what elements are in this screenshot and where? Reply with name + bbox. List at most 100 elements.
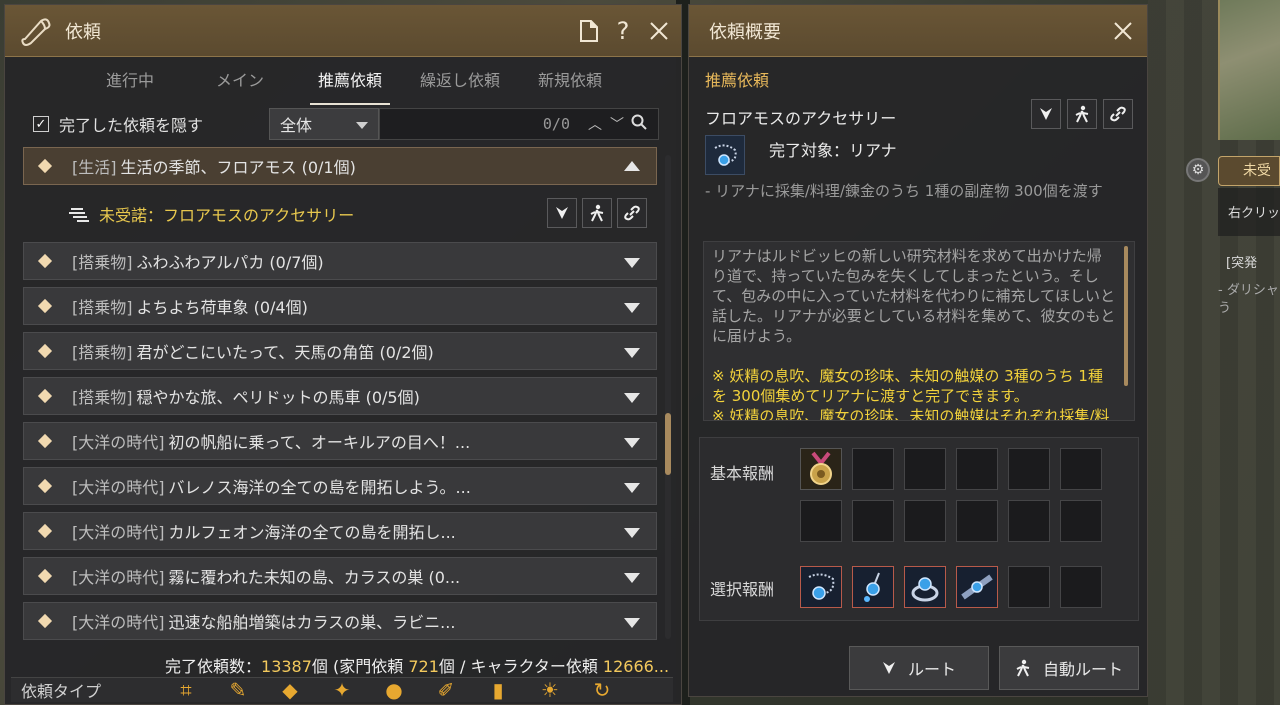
- expand-arrow-icon[interactable]: [624, 528, 640, 538]
- diamond-icon: [37, 253, 53, 269]
- sub-quest-row[interactable]: 未受諾：フロアモスのアクセサリー: [23, 192, 657, 236]
- card-icon[interactable]: ▮: [483, 679, 513, 701]
- tab-new[interactable]: 新規依頼: [515, 57, 625, 105]
- combat-icon[interactable]: ◆: [275, 679, 305, 701]
- expand-arrow-icon[interactable]: [624, 303, 640, 313]
- cycle-icon[interactable]: ↻: [587, 679, 617, 701]
- completed-total: 13387: [261, 657, 312, 676]
- walk-icon[interactable]: [1067, 99, 1097, 129]
- chevron-up-icon[interactable]: ︿: [584, 114, 606, 134]
- detail-window-header[interactable]: 依頼概要: [689, 5, 1147, 57]
- collapse-arrow-icon[interactable]: [624, 161, 640, 171]
- expand-arrow-icon[interactable]: [624, 618, 640, 628]
- search-icon[interactable]: [628, 114, 650, 134]
- quest-row[interactable]: [搭乗物] ふわふわアルパカ (0/7個): [23, 242, 657, 280]
- quest-row-expanded[interactable]: [生活] 生活の季節、フロアモス (0/1個): [23, 147, 657, 185]
- tab-in-progress[interactable]: 進行中: [75, 57, 185, 105]
- help-button[interactable]: ?: [609, 17, 637, 45]
- tracker-event-title[interactable]: [突発: [1226, 252, 1280, 271]
- tab-main[interactable]: メイン: [185, 57, 295, 105]
- sun-icon[interactable]: ☀: [535, 679, 565, 701]
- close-icon[interactable]: [1109, 17, 1137, 45]
- quest-name: 霧に覆われた未知の島、カラスの巣 (0...: [168, 568, 461, 587]
- quest-list-scrollbar[interactable]: [665, 155, 671, 639]
- filter-select[interactable]: 全体: [269, 108, 379, 140]
- expand-arrow-icon[interactable]: [624, 483, 640, 493]
- globe-icon[interactable]: ●: [379, 679, 409, 701]
- reward-slot-empty: [956, 500, 998, 542]
- expand-arrow-icon[interactable]: [624, 393, 640, 403]
- search-input[interactable]: 0/0 ︿ ﹀: [379, 108, 659, 140]
- link-icon[interactable]: [617, 198, 647, 228]
- walk-icon[interactable]: [582, 198, 612, 228]
- quest-row[interactable]: [大洋の時代] バレノス海洋の全ての島を開拓しよう。...: [23, 467, 657, 505]
- scrollbar-thumb[interactable]: [665, 413, 671, 475]
- quest-type-label: 依頼タイプ: [21, 682, 102, 701]
- reward-slot-empty: [852, 448, 894, 490]
- search-count: 0/0: [542, 115, 570, 133]
- navigate-icon: [882, 662, 895, 674]
- reward-slot-empty: [1008, 566, 1050, 608]
- quest-description-box[interactable]: リアナはルドビッヒの新しい研究材料を求めて出かけた帰り道で、持っていた包みを失く…: [703, 241, 1135, 421]
- basic-reward-label: 基本報酬: [710, 464, 775, 483]
- quest-row[interactable]: [搭乗物] よちよち荷車象 (0/4個): [23, 287, 657, 325]
- route-button[interactable]: ルート: [849, 646, 989, 690]
- reward-slot-empty: [1060, 500, 1102, 542]
- quest-row[interactable]: [大洋の時代] 初の帆船に乗って、オーキルアの目へ！...: [23, 422, 657, 460]
- quest-name: 穏やかな旅、ペリドットの馬車 (0/5個): [136, 388, 420, 407]
- hide-completed-checkbox[interactable]: ✓: [33, 116, 49, 132]
- diamond-icon: [37, 298, 53, 314]
- reward-slot-empty: [1008, 448, 1050, 490]
- page-icon[interactable]: [575, 17, 603, 45]
- necklace-icon[interactable]: [705, 135, 745, 175]
- expand-arrow-icon[interactable]: [624, 573, 640, 583]
- expand-arrow-icon[interactable]: [624, 438, 640, 448]
- earring-icon[interactable]: [852, 566, 894, 608]
- diamond-icon: [37, 478, 53, 494]
- quest-row[interactable]: [搭乗物] 穏やかな旅、ペリドットの馬車 (0/5個): [23, 377, 657, 415]
- quest-row[interactable]: [搭乗物] 君がどこにいたって、天馬の角笛 (0/2個): [23, 332, 657, 370]
- quest-row[interactable]: [大洋の時代] 迅速な船舶増築はカラスの巣、ラビニ...: [23, 602, 657, 640]
- quest-name: 生活の季節、フロアモス (0/1個): [120, 158, 356, 177]
- navigate-icon[interactable]: [547, 198, 577, 228]
- sub-quest-label: 未受諾：フロアモスのアクセサリー: [99, 206, 355, 225]
- link-icon[interactable]: [1103, 99, 1133, 129]
- quest-name: よちよち荷車象 (0/4個): [136, 298, 308, 317]
- section-title: 推薦依頼: [705, 71, 770, 90]
- quest-window-header[interactable]: 依頼 ?: [5, 5, 681, 57]
- expand-arrow-icon[interactable]: [624, 348, 640, 358]
- quest-category: [搭乗物]: [72, 343, 133, 362]
- quest-row[interactable]: [大洋の時代] カルフェオン海洋の全ての島を開拓し...: [23, 512, 657, 550]
- diamond-icon: [37, 433, 53, 449]
- quest-name: ふわふわアルパカ (0/7個): [136, 253, 324, 272]
- reward-slot-empty: [1008, 500, 1050, 542]
- scroll-alert-icon[interactable]: ✎: [223, 679, 253, 701]
- auto-route-button[interactable]: 自動ルート: [999, 646, 1139, 690]
- completion-target: 完了対象：リアナ: [769, 141, 897, 160]
- quest-tracker-hint: 右クリック: [1218, 188, 1280, 236]
- minimap[interactable]: [1218, 0, 1280, 140]
- ring-icon[interactable]: [904, 566, 946, 608]
- belt-icon[interactable]: [956, 566, 998, 608]
- diamond-icon: [37, 568, 53, 584]
- description-scrollbar[interactable]: [1124, 246, 1128, 386]
- completed-count-line: 完了依頼数：13387個 (家門依頼 721個 / キャラクター依頼 12666…: [165, 653, 685, 677]
- completed-mid: 個 / キャラクター依頼: [438, 657, 603, 676]
- quest-tracker-tag[interactable]: 未受: [1218, 156, 1280, 186]
- close-icon[interactable]: [645, 17, 673, 45]
- diamond-icon: [37, 613, 53, 629]
- quest-row[interactable]: [大洋の時代] 霧に覆われた未知の島、カラスの巣 (0...: [23, 557, 657, 595]
- medal-icon[interactable]: [800, 448, 842, 490]
- chevron-down-icon[interactable]: ﹀: [606, 114, 628, 134]
- pen-icon[interactable]: ✐: [431, 679, 461, 701]
- feather-icon[interactable]: ✦: [327, 679, 357, 701]
- necklace-icon[interactable]: [800, 566, 842, 608]
- gear-icon[interactable]: ⚙: [1186, 158, 1210, 182]
- tab-repeatable[interactable]: 繰返し依頼: [405, 57, 515, 105]
- reward-slot-empty: [904, 500, 946, 542]
- navigate-icon[interactable]: [1031, 99, 1061, 129]
- expand-arrow-icon[interactable]: [624, 258, 640, 268]
- grid-icon[interactable]: ⌗: [171, 679, 201, 701]
- quest-category: [大洋の時代]: [72, 568, 165, 587]
- tab-recommended[interactable]: 推薦依頼: [295, 57, 405, 105]
